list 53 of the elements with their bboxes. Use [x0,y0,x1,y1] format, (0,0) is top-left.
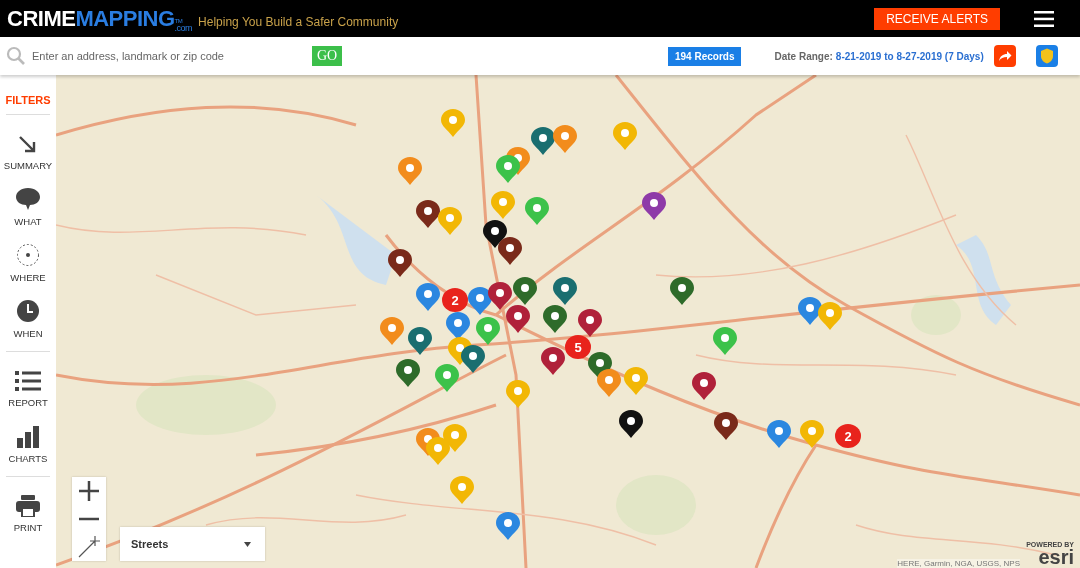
search-icon [6,46,26,66]
map-pin-icon[interactable] [618,409,644,439]
records-count: 194 Records [668,46,742,66]
map-pin-icon[interactable] [669,276,695,306]
date-range-link[interactable]: 8-21-2019 to 8-27-2019 (7 Days) [835,50,984,62]
arrow-icon [18,135,38,155]
sidebar-item[interactable]: SUMMARY [0,119,56,175]
zoom-in-button[interactable] [72,477,106,505]
map-pin-icon[interactable] [542,304,568,334]
sidebar-item[interactable]: PRINT [0,481,56,537]
sidebar-item[interactable]: WHEN [0,287,56,343]
measure-icon [78,536,100,558]
plus-icon [79,481,99,501]
map-pin-icon[interactable] [415,199,441,229]
map-pin-icon[interactable] [641,191,667,221]
map-pin-icon[interactable] [437,206,463,236]
speech-bubble-icon [15,187,41,211]
menu-icon[interactable] [1034,10,1054,27]
map-pin-icon[interactable] [540,346,566,376]
map-pin-icon[interactable] [387,248,413,278]
share-button[interactable] [993,45,1016,67]
police-badge-button[interactable] [1035,45,1058,67]
sidebar-item[interactable]: REPORT [0,356,56,412]
map-attribution: HERE, Garmin, NGA, USGS, NPS [897,559,1020,568]
list-icon [15,370,41,392]
receive-alerts-button[interactable]: RECEIVE ALERTS [874,7,1000,30]
map-pin-icon[interactable] [497,236,523,266]
location-radius-icon [16,243,40,267]
map-pin-icon[interactable] [713,411,739,441]
map-pin-icon[interactable] [505,304,531,334]
crimemapping-logo[interactable]: CRIMEMAPPING$^{TM}$ .com [7,5,193,32]
tagline: Helping You Build a Safer Community [198,14,399,29]
map-pin-icon[interactable] [512,276,538,306]
bar-chart-icon [17,426,39,448]
map-pin-icon[interactable] [487,281,513,311]
measure-button[interactable] [72,533,106,561]
printer-icon [16,495,40,517]
clock-icon [16,299,40,323]
sidebar-item[interactable]: CHARTS [0,412,56,468]
map-pin-icon[interactable] [691,371,717,401]
map-pin-icon[interactable] [467,286,493,316]
minus-icon [79,517,99,521]
map-pin-icon[interactable] [596,368,622,398]
map-pin-icon[interactable] [395,358,421,388]
shield-icon [1039,48,1054,64]
map-pin-icon[interactable] [577,308,603,338]
sidebar-item[interactable]: WHAT [0,175,56,231]
date-range-label: Date Range: [774,50,833,62]
filters-title: FILTERS [5,94,51,106]
sidebar-item[interactable]: WHERE [0,231,56,287]
basemap-dropdown[interactable]: Streets [120,527,265,561]
dropdown-caret-icon [244,541,251,547]
share-arrow-icon [997,50,1012,62]
